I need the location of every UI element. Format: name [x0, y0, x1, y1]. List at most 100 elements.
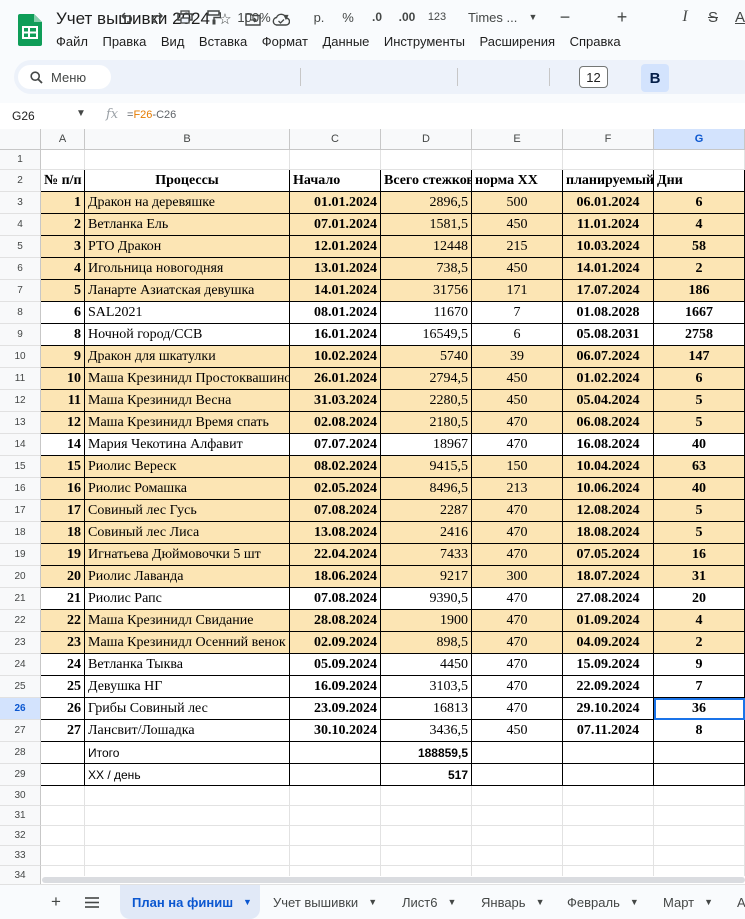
norm-cell[interactable]: 215: [472, 236, 563, 258]
norm-cell[interactable]: 39: [472, 346, 563, 368]
row-number-cell[interactable]: 11: [41, 390, 85, 412]
row-header[interactable]: 21: [0, 588, 41, 610]
cell[interactable]: [654, 150, 745, 170]
days-cell[interactable]: 9: [654, 654, 745, 676]
row-number-cell[interactable]: 16: [41, 478, 85, 500]
norm-cell[interactable]: 450: [472, 258, 563, 280]
cell[interactable]: [654, 786, 745, 806]
total-stitches-cell[interactable]: 12448: [381, 236, 472, 258]
number-format-button[interactable]: 123: [426, 0, 448, 34]
text-color-button[interactable]: A: [733, 0, 745, 34]
total-stitches-cell[interactable]: 9415,5: [381, 456, 472, 478]
print-icon[interactable]: [175, 0, 195, 34]
start-date-cell[interactable]: 07.08.2024: [290, 500, 381, 522]
process-name-cell[interactable]: Риолис Лаванда: [85, 566, 290, 588]
row-number-cell[interactable]: 1: [41, 192, 85, 214]
process-name-cell[interactable]: Риолис Ромашка: [85, 478, 290, 500]
start-date-cell[interactable]: 07.08.2024: [290, 588, 381, 610]
norm-cell[interactable]: 470: [472, 500, 563, 522]
italic-button[interactable]: I: [676, 0, 694, 34]
planned-date-cell[interactable]: 07.11.2024: [563, 720, 654, 742]
cell[interactable]: [472, 806, 563, 826]
cell[interactable]: [654, 846, 745, 866]
total-stitches-cell[interactable]: 4450: [381, 654, 472, 676]
total-stitches-cell[interactable]: 2896,5: [381, 192, 472, 214]
process-name-cell[interactable]: Маша Крезинидл Простоквашино: [85, 368, 290, 390]
total-stitches-cell[interactable]: 2794,5: [381, 368, 472, 390]
sheet-menu-icon[interactable]: ▼: [704, 897, 713, 907]
row-header[interactable]: 10: [0, 346, 41, 368]
start-date-cell[interactable]: 02.09.2024: [290, 632, 381, 654]
planned-date-cell[interactable]: 15.09.2024: [563, 654, 654, 676]
row-header[interactable]: 25: [0, 676, 41, 698]
row-number-cell[interactable]: 17: [41, 500, 85, 522]
decrease-decimal-button[interactable]: .0: [367, 0, 387, 34]
total-stitches-cell[interactable]: 9217: [381, 566, 472, 588]
row-number-cell[interactable]: 14: [41, 434, 85, 456]
process-name-cell[interactable]: Игольница новогодняя: [85, 258, 290, 280]
cell[interactable]: [290, 786, 381, 806]
column-title-a[interactable]: № п/п: [41, 170, 85, 192]
total-stitches-cell[interactable]: 5740: [381, 346, 472, 368]
days-cell[interactable]: 2758: [654, 324, 745, 346]
process-name-cell[interactable]: Игнатьева Дюймовочки 5 шт: [85, 544, 290, 566]
menu-view[interactable]: Вид: [161, 34, 185, 49]
days-cell[interactable]: 4: [654, 610, 745, 632]
cell[interactable]: [654, 806, 745, 826]
total-stitches-cell[interactable]: 2287: [381, 500, 472, 522]
norm-cell[interactable]: 470: [472, 588, 563, 610]
planned-date-cell[interactable]: 07.05.2024: [563, 544, 654, 566]
sheet-menu-icon[interactable]: ▼: [630, 897, 639, 907]
row-header[interactable]: 22: [0, 610, 41, 632]
process-name-cell[interactable]: Риолис Рапс: [85, 588, 290, 610]
norm-cell[interactable]: 171: [472, 280, 563, 302]
menu-format[interactable]: Формат: [262, 34, 308, 49]
start-date-cell[interactable]: 16.01.2024: [290, 324, 381, 346]
start-date-cell[interactable]: 07.01.2024: [290, 214, 381, 236]
cell[interactable]: [290, 806, 381, 826]
row-header[interactable]: 7: [0, 280, 41, 302]
planned-date-cell[interactable]: 14.01.2024: [563, 258, 654, 280]
row-number-cell[interactable]: 6: [41, 302, 85, 324]
planned-date-cell[interactable]: 11.01.2024: [563, 214, 654, 236]
row-header[interactable]: 33: [0, 846, 41, 866]
font-dropdown-icon[interactable]: ▼: [527, 0, 539, 34]
row-header[interactable]: 18: [0, 522, 41, 544]
cell[interactable]: [290, 826, 381, 846]
planned-date-cell[interactable]: 06.08.2024: [563, 412, 654, 434]
row-header[interactable]: 5: [0, 236, 41, 258]
cell[interactable]: [41, 764, 85, 786]
process-name-cell[interactable]: Ночной город/ССВ: [85, 324, 290, 346]
norm-cell[interactable]: 470: [472, 676, 563, 698]
cell[interactable]: [381, 806, 472, 826]
column-title-e[interactable]: норма ХХ: [472, 170, 563, 192]
days-cell[interactable]: 5: [654, 390, 745, 412]
days-cell[interactable]: 16: [654, 544, 745, 566]
strikethrough-button[interactable]: S: [704, 0, 722, 34]
norm-cell[interactable]: 470: [472, 544, 563, 566]
row-number-cell[interactable]: 10: [41, 368, 85, 390]
sheet-menu-icon[interactable]: ▼: [536, 897, 545, 907]
process-name-cell[interactable]: Лансвит/Лошадка: [85, 720, 290, 742]
planned-date-cell[interactable]: 29.10.2024: [563, 698, 654, 720]
cell[interactable]: [85, 150, 290, 170]
cell[interactable]: [85, 806, 290, 826]
planned-date-cell[interactable]: 05.04.2024: [563, 390, 654, 412]
process-name-cell[interactable]: Дракон для шкатулки: [85, 346, 290, 368]
total-stitches-cell[interactable]: 31756: [381, 280, 472, 302]
start-date-cell[interactable]: 12.01.2024: [290, 236, 381, 258]
row-number-cell[interactable]: 23: [41, 632, 85, 654]
planned-date-cell[interactable]: 06.07.2024: [563, 346, 654, 368]
cell[interactable]: [654, 742, 745, 764]
start-date-cell[interactable]: 08.02.2024: [290, 456, 381, 478]
column-title-d[interactable]: Всего стежков: [381, 170, 472, 192]
total-stitches-cell[interactable]: 1900: [381, 610, 472, 632]
start-date-cell[interactable]: 22.04.2024: [290, 544, 381, 566]
planned-date-cell[interactable]: 18.07.2024: [563, 566, 654, 588]
cell[interactable]: [381, 150, 472, 170]
cell[interactable]: [563, 150, 654, 170]
column-header-c[interactable]: C: [290, 129, 381, 150]
days-cell[interactable]: 6: [654, 192, 745, 214]
row-header[interactable]: 34: [0, 866, 41, 884]
total-stitches-cell[interactable]: 18967: [381, 434, 472, 456]
